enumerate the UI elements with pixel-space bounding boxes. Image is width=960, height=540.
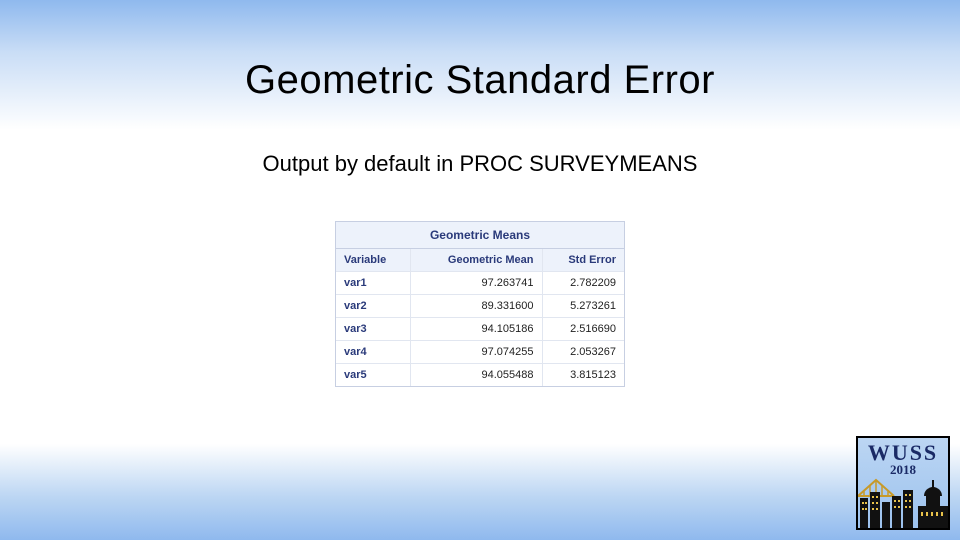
cell-variable: var5 bbox=[336, 364, 411, 387]
slide-title: Geometric Standard Error bbox=[0, 0, 960, 103]
slide-subtitle: Output by default in PROC SURVEYMEANS bbox=[0, 151, 960, 177]
cell-mean: 94.055488 bbox=[411, 364, 542, 387]
col-header-stderr: Std Error bbox=[542, 249, 624, 272]
cell-stderr: 5.273261 bbox=[542, 295, 624, 318]
cell-stderr: 3.815123 bbox=[542, 364, 624, 387]
footer-gradient bbox=[0, 444, 960, 540]
wuss-logo: WUSS 2018 bbox=[856, 436, 950, 530]
logo-skyline-icon bbox=[858, 468, 950, 528]
cell-variable: var4 bbox=[336, 341, 411, 364]
cell-variable: var2 bbox=[336, 295, 411, 318]
cell-mean: 89.331600 bbox=[411, 295, 542, 318]
table-row: var5 94.055488 3.815123 bbox=[336, 364, 624, 387]
cell-variable: var1 bbox=[336, 272, 411, 295]
cell-stderr: 2.053267 bbox=[542, 341, 624, 364]
col-header-mean: Geometric Mean bbox=[411, 249, 542, 272]
output-table: Geometric Means Variable Geometric Mean … bbox=[335, 221, 625, 387]
cell-stderr: 2.782209 bbox=[542, 272, 624, 295]
cell-stderr: 2.516690 bbox=[542, 318, 624, 341]
cell-mean: 97.263741 bbox=[411, 272, 542, 295]
geometric-means-table: Variable Geometric Mean Std Error var1 9… bbox=[336, 249, 624, 386]
table-caption: Geometric Means bbox=[336, 222, 624, 249]
table-row: var3 94.105186 2.516690 bbox=[336, 318, 624, 341]
cell-mean: 97.074255 bbox=[411, 341, 542, 364]
table-row: var1 97.263741 2.782209 bbox=[336, 272, 624, 295]
cell-variable: var3 bbox=[336, 318, 411, 341]
cell-mean: 94.105186 bbox=[411, 318, 542, 341]
table-row: var2 89.331600 5.273261 bbox=[336, 295, 624, 318]
table-row: var4 97.074255 2.053267 bbox=[336, 341, 624, 364]
col-header-variable: Variable bbox=[336, 249, 411, 272]
